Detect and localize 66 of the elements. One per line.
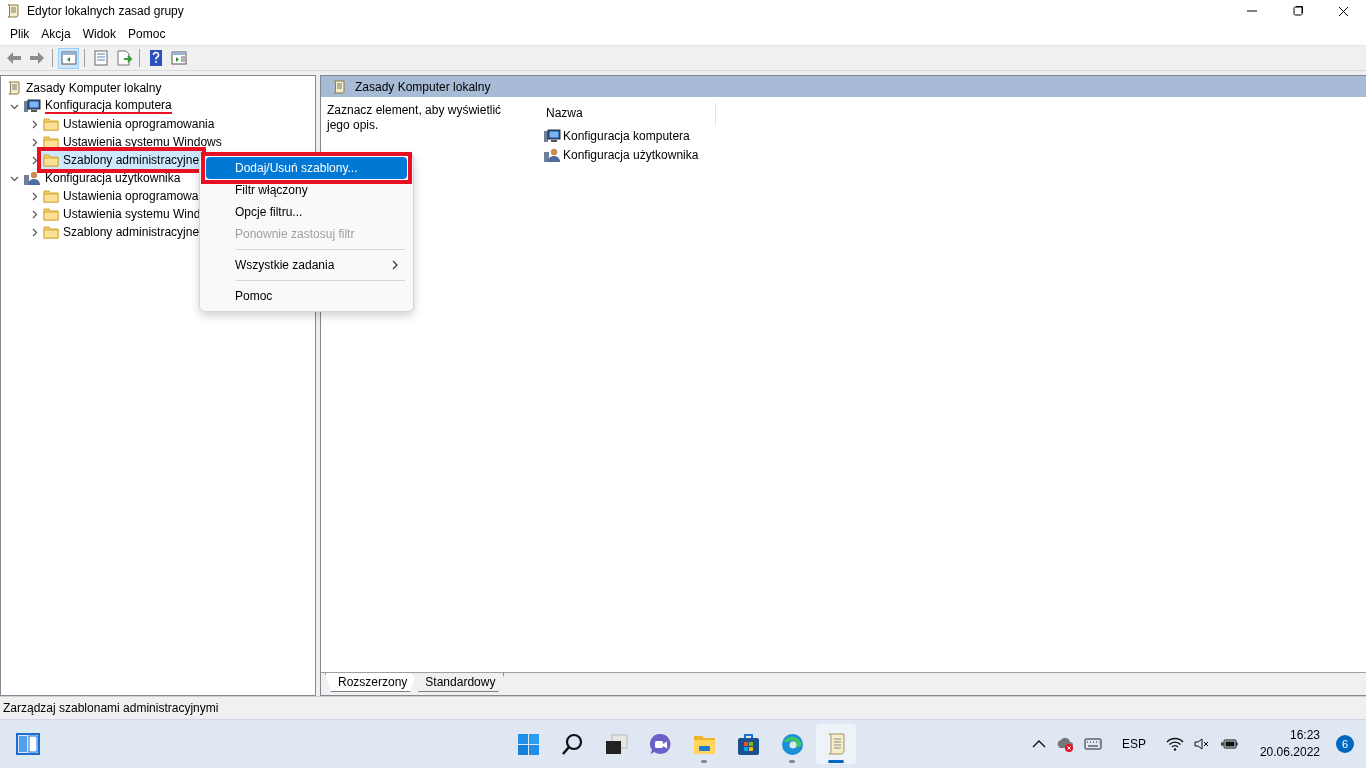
language-indicator[interactable]: ESP	[1111, 737, 1156, 751]
menu-item[interactable]: Filtr włączony	[206, 179, 407, 201]
tree-item-label[interactable]: Konfiguracja komputera	[45, 98, 172, 114]
computer-icon	[543, 127, 561, 144]
browser-icon	[779, 731, 805, 757]
folder-icon	[43, 153, 59, 167]
toolbar-button[interactable]	[58, 47, 79, 69]
menu-item[interactable]: Pomoc	[206, 285, 407, 307]
tab[interactable]: Standardowy	[412, 673, 505, 692]
list-item[interactable]: Konfiguracja komputera	[563, 128, 690, 143]
description-text: Zaznacz element, aby wyświetlić jego opis.	[325, 103, 503, 133]
menu-item[interactable]: Akcja	[35, 26, 77, 41]
list-item[interactable]: Konfiguracja użytkownika	[563, 147, 699, 162]
menu-item[interactable]: Plik	[4, 26, 36, 41]
keyboard-icon[interactable]	[1083, 738, 1102, 750]
start-icon	[515, 731, 541, 757]
cloud-error-icon[interactable]	[1055, 736, 1074, 752]
clock[interactable]: 16:23 20.06.2022	[1259, 727, 1320, 761]
pane-title: Zasady Komputer lokalny	[355, 79, 491, 94]
menu-item[interactable]: Opcje filtru...	[206, 201, 407, 223]
scroll-icon	[331, 78, 347, 95]
running-indicator	[828, 760, 844, 763]
menu-item[interactable]: Dodaj/Usuń szablony...	[206, 157, 407, 179]
tree-item-label[interactable]: Konfiguracja użytkownika	[45, 171, 181, 185]
widgets-icon[interactable]	[16, 733, 40, 755]
tab[interactable]: Rozszerzony	[325, 673, 417, 692]
tree-item-label[interactable]: Ustawienia oprogramowa	[63, 189, 199, 203]
column-header[interactable]: Nazwa	[543, 103, 716, 126]
running-indicator	[789, 760, 795, 763]
search-icon	[559, 731, 585, 757]
clock-date[interactable]: 20.06.2022	[1259, 744, 1320, 761]
battery-charging-icon[interactable]	[1219, 737, 1238, 751]
task-view-icon	[603, 731, 629, 757]
panel-toggle-icon	[59, 49, 78, 67]
folder-icon	[43, 189, 59, 203]
user-icon	[543, 146, 561, 163]
window-title: Edytor lokalnych zasad grupy	[27, 4, 184, 18]
folder-icon	[43, 117, 59, 131]
tree-item-label[interactable]: Szablony administracyjne	[63, 153, 200, 167]
folder-icon	[43, 207, 59, 221]
properties-icon	[91, 49, 110, 67]
menu-item[interactable]: Pomoc	[122, 26, 172, 41]
scroll-icon	[5, 3, 21, 19]
menu-item[interactable]: Wszystkie zadania	[206, 254, 407, 276]
scroll-icon	[6, 80, 22, 96]
panel-toggle-icon	[169, 49, 188, 67]
wifi-icon[interactable]	[1165, 737, 1184, 751]
clock-time[interactable]: 16:23	[1289, 727, 1320, 744]
computer-icon	[23, 98, 41, 114]
tree-item-label[interactable]: Ustawienia oprogramowania	[63, 117, 215, 131]
running-indicator	[701, 760, 707, 763]
export-list-icon	[114, 49, 133, 67]
shopping-bag-icon	[735, 731, 761, 757]
user-icon	[23, 170, 41, 186]
chevron-up-icon[interactable]	[1031, 739, 1046, 749]
folder-icon	[43, 225, 59, 239]
muted-speaker-icon[interactable]	[1193, 737, 1210, 751]
tree-item-label[interactable]: Ustawienia systemu Windows	[63, 135, 222, 149]
maximize-icon	[1291, 5, 1303, 17]
video-chat-icon	[647, 731, 673, 757]
tree-item-label[interactable]: Zasady Komputer lokalny	[26, 81, 162, 95]
forward-arrow-icon	[27, 49, 46, 67]
menu-item[interactable]: Widok	[76, 26, 123, 41]
tree-item-label[interactable]: Szablony administracyjne	[63, 225, 200, 239]
close-icon	[1337, 5, 1349, 17]
notification-badge[interactable]: 6	[1336, 735, 1354, 753]
